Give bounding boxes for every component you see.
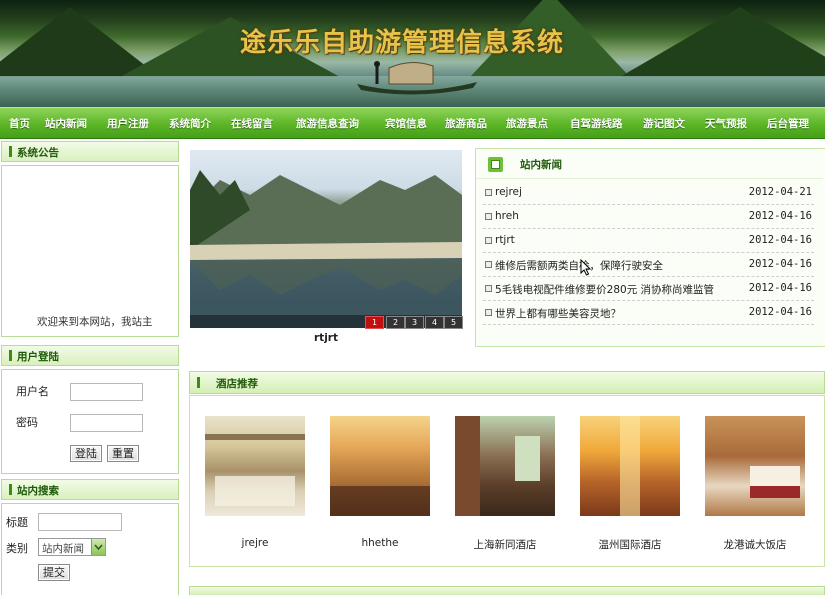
username-input[interactable] xyxy=(70,383,143,401)
search-title-label: 标题 xyxy=(6,516,28,529)
category-selected-value: 站内新闻 xyxy=(42,543,84,555)
search-title: 站内搜索 xyxy=(17,485,59,497)
section-bar-icon xyxy=(197,377,200,388)
news-item-title[interactable]: 维修后需额两类自检，保障行驶安全 xyxy=(495,258,663,273)
news-item-date: 2012-04-16 xyxy=(748,234,812,246)
hotels-title: 酒店推荐 xyxy=(216,378,258,390)
login-title: 用户登陆 xyxy=(17,351,59,363)
slider-page-4[interactable]: 4 xyxy=(425,316,444,329)
nav-item-hotels[interactable]: 宾馆信息 xyxy=(385,116,427,131)
nav-item-products[interactable]: 旅游商品 xyxy=(445,116,487,131)
announcement-marquee: 欢迎来到本网站，我站主 xyxy=(37,316,153,328)
mouse-cursor-icon xyxy=(580,259,592,276)
slider-page-2[interactable]: 2 xyxy=(386,316,405,329)
category-select[interactable]: 站内新闻 xyxy=(38,538,106,556)
search-title-input[interactable] xyxy=(38,513,122,531)
bullet-icon xyxy=(485,261,492,268)
nav-item-news[interactable]: 站内新闻 xyxy=(45,116,87,131)
bullet-icon xyxy=(485,285,492,292)
username-label: 用户名 xyxy=(16,385,49,398)
nav-item-attractions[interactable]: 旅游景点 xyxy=(506,116,548,131)
news-item-date: 2012-04-21 xyxy=(748,186,812,198)
search-submit-button[interactable]: 提交 xyxy=(38,564,70,581)
nav-item-register[interactable]: 用户注册 xyxy=(107,116,149,131)
hotel-name[interactable]: 龙港诚大饭店 xyxy=(695,537,815,552)
nav-item-admin[interactable]: 后台管理 xyxy=(767,116,809,131)
hotel-image[interactable] xyxy=(330,416,430,516)
hotel-image[interactable] xyxy=(705,416,805,516)
bullet-icon xyxy=(485,237,492,244)
header-banner: 途乐乐自助游管理信息系统 xyxy=(0,0,825,107)
news-item-title[interactable]: rejrej xyxy=(495,186,522,198)
news-item[interactable]: 世界上都有哪些美容灵地？ 2012-04-16 xyxy=(483,301,814,325)
news-item-date: 2012-04-16 xyxy=(748,210,812,222)
site-title: 途乐乐自助游管理信息系统 xyxy=(240,28,565,58)
landscape-image xyxy=(190,170,462,328)
news-item-title[interactable]: 5毛钱电视配件维修要价280元 消协称尚难监管 xyxy=(495,282,714,297)
nav-item-travel-info[interactable]: 旅游信息查询 xyxy=(296,116,359,131)
bullet-icon xyxy=(485,213,492,220)
chevron-down-icon[interactable] xyxy=(91,539,105,555)
nav-item-messages[interactable]: 在线留言 xyxy=(231,116,273,131)
bullet-icon xyxy=(485,309,492,316)
password-label: 密码 xyxy=(16,416,38,429)
hotel-image[interactable] xyxy=(455,416,555,516)
news-item[interactable]: 维修后需额两类自检，保障行驶安全 2012-04-16 xyxy=(483,253,814,277)
login-header: 用户登陆 xyxy=(1,345,179,366)
news-item[interactable]: hreh 2012-04-16 xyxy=(483,205,814,229)
announcement-panel: 欢迎来到本网站，我站主 xyxy=(1,165,179,337)
bullet-icon xyxy=(485,189,492,196)
news-item-date: 2012-04-16 xyxy=(748,306,812,318)
featured-image-slider[interactable] xyxy=(190,150,462,328)
section-bar-icon xyxy=(9,146,12,157)
news-section-icon xyxy=(488,157,503,172)
slider-caption[interactable]: rtjrt xyxy=(190,332,462,344)
announcement-title: 系统公告 xyxy=(17,147,59,159)
slider-page-5[interactable]: 5 xyxy=(444,316,463,329)
section-bar-icon xyxy=(9,350,12,361)
news-item-date: 2012-04-16 xyxy=(748,258,812,270)
nav-item-routes[interactable]: 自驾游线路 xyxy=(570,116,623,131)
slider-page-3[interactable]: 3 xyxy=(405,316,424,329)
slider-page-1[interactable]: 1 xyxy=(365,316,384,329)
boat-illustration xyxy=(357,61,477,95)
reset-button[interactable]: 重置 xyxy=(107,445,139,462)
hotel-image[interactable] xyxy=(205,416,305,516)
section-bar-icon xyxy=(9,484,12,495)
main-nav: 首页 站内新闻 用户注册 系统简介 在线留言 旅游信息查询 宾馆信息 旅游商品 … xyxy=(0,107,825,139)
news-item-title[interactable]: 世界上都有哪些美容灵地？ xyxy=(495,306,621,321)
news-item[interactable]: rejrej 2012-04-21 xyxy=(483,181,814,205)
announcement-header: 系统公告 xyxy=(1,141,179,162)
nav-item-weather[interactable]: 天气预报 xyxy=(705,116,747,131)
news-title: 站内新闻 xyxy=(520,159,562,171)
login-button[interactable]: 登陆 xyxy=(70,445,102,462)
news-item-date: 2012-04-16 xyxy=(748,282,812,294)
news-item-title[interactable]: hreh xyxy=(495,210,519,222)
news-item[interactable]: 5毛钱电视配件维修要价280元 消协称尚难监管 2012-04-16 xyxy=(483,277,814,301)
news-divider xyxy=(476,178,823,179)
password-input[interactable] xyxy=(70,414,143,432)
news-item-title[interactable]: rtjrt xyxy=(495,234,515,246)
hotel-name[interactable]: hhethe xyxy=(320,537,440,549)
news-item[interactable]: rtjrt 2012-04-16 xyxy=(483,229,814,253)
nav-item-travelogues[interactable]: 游记图文 xyxy=(643,116,685,131)
hotels-header: 酒店推荐 xyxy=(189,371,825,394)
nav-item-home[interactable]: 首页 xyxy=(9,116,30,131)
search-header: 站内搜索 xyxy=(1,479,179,500)
nav-item-about[interactable]: 系统简介 xyxy=(169,116,211,131)
hotel-image[interactable] xyxy=(580,416,680,516)
hotel-name[interactable]: jrejre xyxy=(195,537,315,549)
search-category-label: 类别 xyxy=(6,542,28,555)
hotel-name[interactable]: 温州国际酒店 xyxy=(570,537,690,552)
hotel-name[interactable]: 上海新同酒店 xyxy=(445,537,565,552)
